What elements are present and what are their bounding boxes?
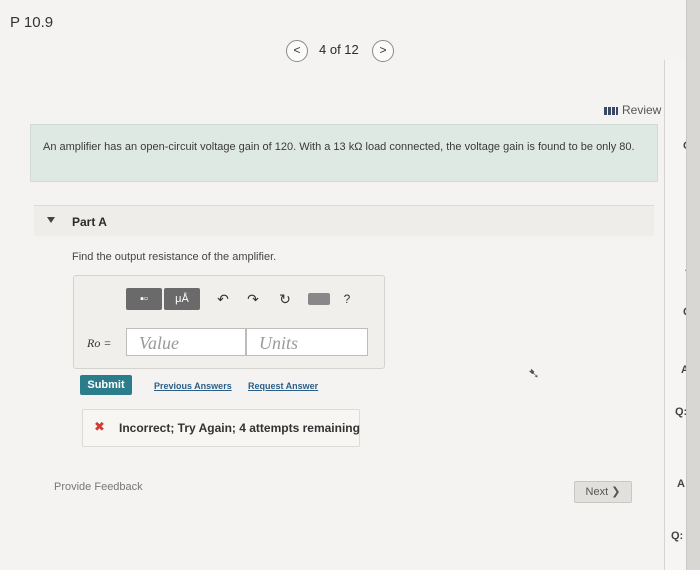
screen: P 10.9 < 4 of 12 > Review An amplifier h… [0,0,686,570]
incorrect-icon: ✖ [94,419,105,434]
value-input[interactable]: Value [126,328,246,356]
help-button[interactable]: ? [340,288,354,310]
item-count: 4 of 12 [319,42,359,57]
greek-symbols-button[interactable]: μÅ [164,288,200,310]
keyboard-icon[interactable] [308,293,330,305]
window-edge [686,0,700,570]
previous-item-button[interactable]: < [286,40,308,62]
problem-statement: An amplifier has an open-circuit voltage… [43,141,635,153]
problem-title: P 10.9 [10,14,54,31]
undo-icon[interactable]: ↶ [214,288,232,310]
templates-button[interactable]: ▪▫ [126,288,162,310]
review-link[interactable]: Review [604,103,661,117]
redo-icon[interactable]: ↷ [244,288,262,310]
feedback-message: Incorrect; Try Again; 4 attempts remaini… [119,421,360,435]
previous-answers-link[interactable]: Previous Answers [154,381,232,391]
next-item-button[interactable]: > [372,40,394,62]
part-label: Part A [72,215,107,229]
provide-feedback-link[interactable]: Provide Feedback [54,481,143,493]
part-a-header[interactable]: Part A [34,205,654,236]
units-input[interactable]: Units [246,328,368,356]
feedback-box: ✖ Incorrect; Try Again; 4 attempts remai… [82,409,360,447]
reset-icon[interactable]: ↻ [276,288,294,310]
review-icon [604,106,618,115]
answer-box: ▪▫ μÅ ↶ ↷ ↻ ? Ro = Value Units [73,275,385,369]
mouse-cursor-icon: ➷ [528,365,540,381]
submit-button[interactable]: Submit [80,375,132,395]
variable-label: Ro = [87,336,112,350]
side-question-marker: Q: [671,530,684,542]
next-button[interactable]: Next ❯ [574,481,632,503]
problem-statement-box: An amplifier has an open-circuit voltage… [30,124,658,182]
collapse-triangle-icon [47,217,55,223]
review-label: Review [622,103,662,117]
question-text: Find the output resistance of the amplif… [72,251,277,263]
request-answer-link[interactable]: Request Answer [248,381,318,391]
